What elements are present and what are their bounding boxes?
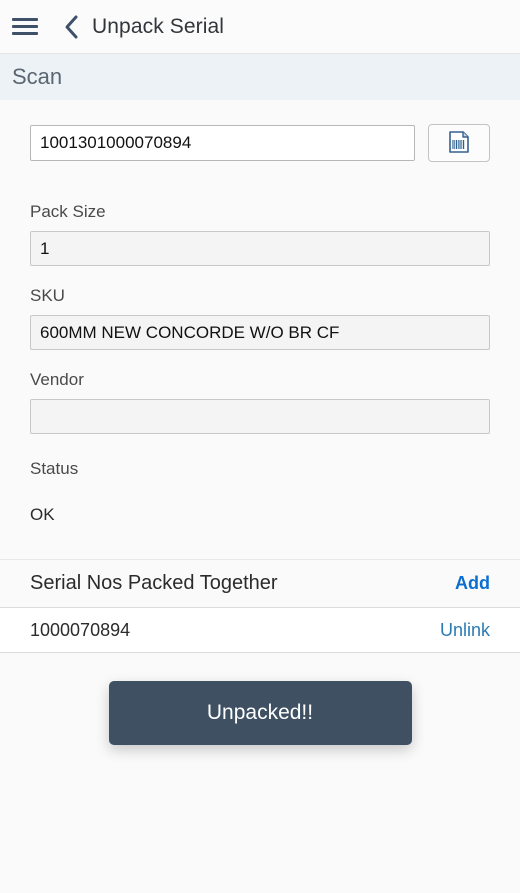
add-serial-button[interactable]: Add — [455, 573, 490, 594]
scan-section-header: Scan — [0, 54, 520, 100]
scan-section-title: Scan — [12, 64, 63, 89]
sku-label: SKU — [30, 286, 65, 305]
barcode-scanner-icon — [447, 130, 471, 157]
scan-input[interactable] — [30, 125, 415, 161]
status-value: OK — [30, 505, 55, 524]
unpacked-button[interactable]: Unpacked!! — [108, 681, 412, 745]
serial-list-header: Serial Nos Packed Together Add — [0, 559, 520, 608]
status-label: Status — [30, 459, 79, 478]
table-row[interactable]: 1000070894 Unlink — [0, 608, 520, 653]
pack-size-field[interactable] — [30, 231, 490, 266]
app-bar: Unpack Serial — [0, 0, 520, 54]
pack-size-label: Pack Size — [30, 202, 106, 221]
vendor-label: Vendor — [30, 370, 84, 389]
page-title: Unpack Serial — [92, 14, 225, 38]
serial-number: 1000070894 — [30, 619, 131, 640]
unlink-button[interactable]: Unlink — [440, 620, 490, 641]
chevron-left-icon[interactable] — [60, 12, 82, 42]
scan-row — [30, 100, 490, 162]
hamburger-line — [12, 25, 38, 28]
vendor-field[interactable] — [30, 399, 490, 434]
sku-field[interactable] — [30, 315, 490, 350]
hamburger-line — [12, 18, 38, 21]
barcode-scanner-button[interactable] — [428, 124, 490, 162]
hamburger-line — [12, 32, 38, 35]
serial-list: Serial Nos Packed Together Add 100007089… — [0, 559, 520, 653]
form-container: Pack Size SKU Vendor Status OK — [0, 100, 520, 525]
primary-action-container: Unpacked!! — [0, 681, 520, 745]
serial-list-title: Serial Nos Packed Together — [30, 572, 278, 594]
hamburger-menu-icon[interactable] — [12, 16, 38, 38]
